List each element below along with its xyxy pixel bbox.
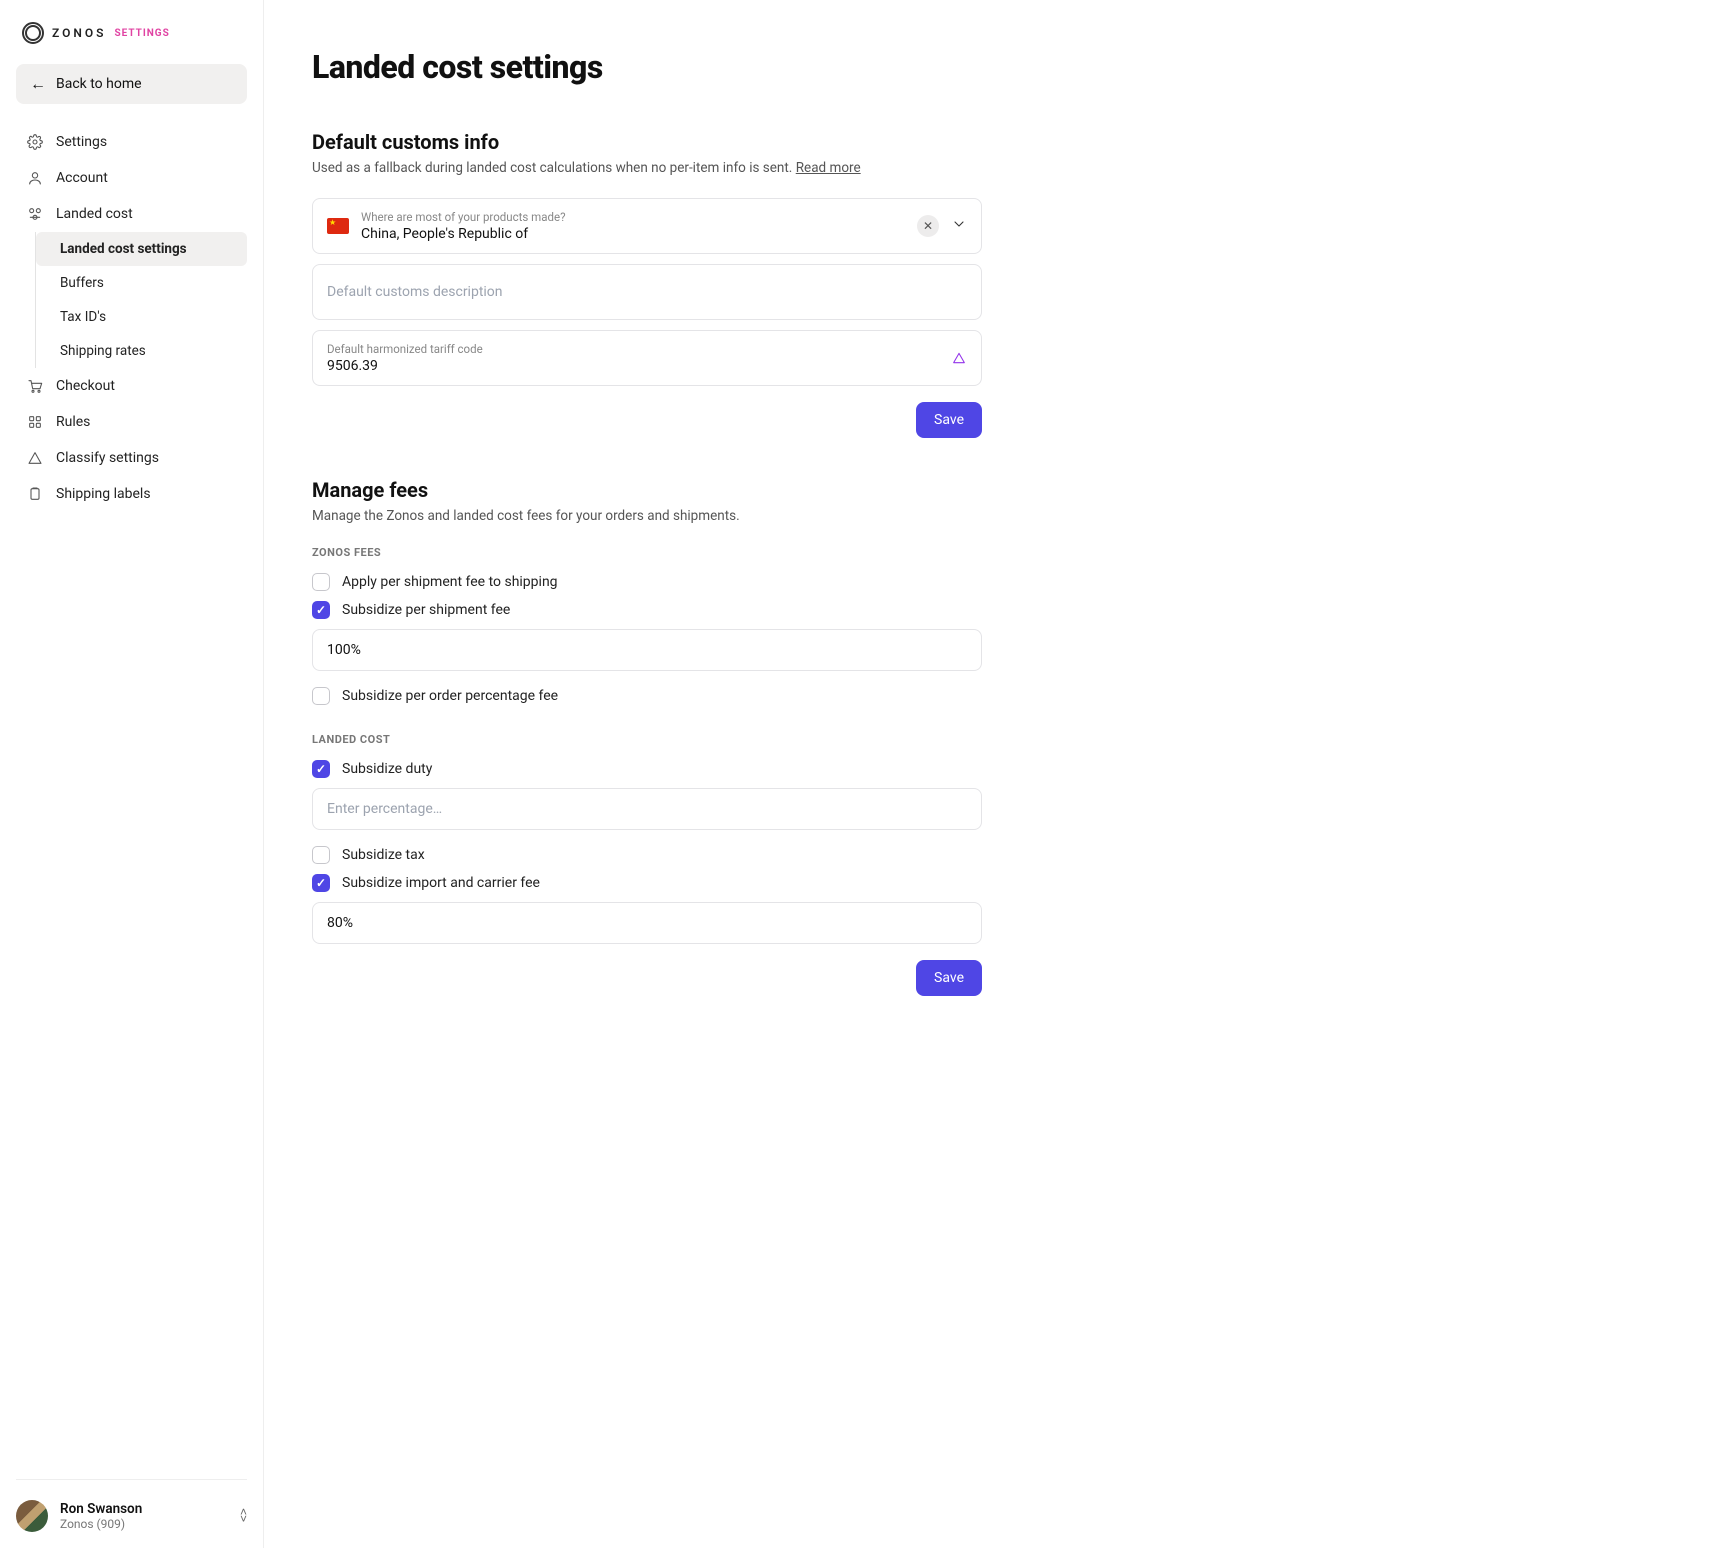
landed-cost-eyebrow: LANDED COST [312,733,982,746]
sidebar-item-account[interactable]: Account [16,160,247,196]
back-to-home-button[interactable]: ← Back to home [16,64,247,104]
subsidize-per-order-row: Subsidize per order percentage fee [312,687,982,705]
subsidize-import-carrier-checkbox[interactable] [312,874,330,892]
subsidize-per-shipment-input[interactable]: 100% [312,629,982,671]
section-desc-fees: Manage the Zonos and landed cost fees fo… [312,508,982,524]
hts-label: Default harmonized tariff code [327,342,939,356]
user-org: Zonos (909) [60,1517,142,1531]
subsidize-tax-checkbox[interactable] [312,846,330,864]
zonos-fees-eyebrow: ZONOS FEES [312,546,982,559]
chevrons-up-down-icon: ˄˅ [240,1509,247,1523]
customs-desc-text: Used as a fallback during landed cost ca… [312,160,796,176]
sidebar-item-label: Rules [56,414,90,430]
subsidize-import-carrier-label: Subsidize import and carrier fee [342,875,540,891]
brand-word: ZONOS [52,26,106,40]
origin-label: Where are most of your products made? [361,210,905,224]
sidebar-item-landed-cost[interactable]: Landed cost [16,196,247,232]
triangle-icon [26,449,44,467]
user-switcher[interactable]: Ron Swanson Zonos (909) ˄˅ [16,1479,247,1532]
sidebar-item-label: Landed cost [56,206,133,222]
subsidize-duty-input[interactable]: Enter percentage… [312,788,982,830]
zonos-logo-icon [22,22,44,44]
hts-value: 9506.39 [327,358,939,374]
avatar [16,1500,48,1532]
grid-icon [26,413,44,431]
origin-country-select[interactable]: Where are most of your products made? Ch… [312,198,982,254]
save-fees-button[interactable]: Save [916,960,982,996]
china-flag-icon [327,218,349,234]
landed-cost-submenu: Landed cost settings Buffers Tax ID's Sh… [35,232,247,368]
arrow-left-icon: ← [30,76,46,92]
sidebar-item-label: Landed cost settings [60,241,187,257]
subsidize-per-order-checkbox[interactable] [312,687,330,705]
sidebar-item-rules[interactable]: Rules [16,404,247,440]
origin-value: China, People's Republic of [361,226,905,242]
main: Landed cost settings Default customs inf… [264,0,1728,1548]
hts-code-input[interactable]: Default harmonized tariff code 9506.39 [312,330,982,386]
subsidize-import-carrier-row: Subsidize import and carrier fee [312,874,982,892]
user-meta: Ron Swanson Zonos (909) [60,1501,142,1531]
sub-item-landed-cost-settings[interactable]: Landed cost settings [36,232,247,266]
back-to-home-label: Back to home [56,76,142,92]
sub-item-shipping-rates[interactable]: Shipping rates [36,334,247,368]
sub-item-buffers[interactable]: Buffers [36,266,247,300]
subsidize-per-shipment-label: Subsidize per shipment fee [342,602,510,618]
brand-logo: ZONOS SETTINGS [16,22,247,44]
subsidize-import-carrier-input[interactable]: 80% [312,902,982,944]
sidebar-item-label: Tax ID's [60,309,106,325]
sidebar-item-shipping-labels[interactable]: Shipping labels [16,476,247,512]
user-name: Ron Swanson [60,1501,142,1517]
cart-icon [26,377,44,395]
sidebar: ZONOS SETTINGS ← Back to home Settings A… [0,0,264,1548]
subsidize-per-shipment-row: Subsidize per shipment fee [312,601,982,619]
read-more-link[interactable]: Read more [796,160,861,176]
apply-per-shipment-label: Apply per shipment fee to shipping [342,574,558,590]
sub-item-tax-ids[interactable]: Tax ID's [36,300,247,334]
subsidize-per-order-label: Subsidize per order percentage fee [342,688,558,704]
customs-description-input[interactable]: Default customs description [312,264,982,320]
clear-icon[interactable]: ✕ [917,215,939,237]
sidebar-nav: Settings Account Landed cost Landed cost… [16,124,247,512]
sidebar-item-label: Classify settings [56,450,159,466]
apply-per-shipment-row: Apply per shipment fee to shipping [312,573,982,591]
sidebar-item-label: Checkout [56,378,115,394]
clipboard-icon [26,485,44,503]
sidebar-item-label: Shipping rates [60,343,146,359]
section-desc-customs: Used as a fallback during landed cost ca… [312,160,982,176]
gear-icon [26,133,44,151]
section-heading-fees: Manage fees [312,478,982,502]
apply-per-shipment-checkbox[interactable] [312,573,330,591]
subsidize-duty-row: Subsidize duty [312,760,982,778]
sidebar-item-classify[interactable]: Classify settings [16,440,247,476]
sidebar-item-label: Settings [56,134,107,150]
page-title: Landed cost settings [312,48,982,86]
subsidize-per-shipment-checkbox[interactable] [312,601,330,619]
save-customs-button[interactable]: Save [916,402,982,438]
subsidize-duty-checkbox[interactable] [312,760,330,778]
subsidize-tax-row: Subsidize tax [312,846,982,864]
sidebar-item-settings[interactable]: Settings [16,124,247,160]
brand-label: SETTINGS [114,28,169,39]
section-heading-customs: Default customs info [312,130,982,154]
sidebar-item-checkout[interactable]: Checkout [16,368,247,404]
sidebar-item-label: Buffers [60,275,104,291]
chevron-down-icon[interactable] [951,216,967,236]
user-icon [26,169,44,187]
sidebar-item-label: Shipping labels [56,486,151,502]
subsidize-duty-label: Subsidize duty [342,761,432,777]
customs-description-placeholder: Default customs description [327,284,503,300]
sidebar-item-label: Account [56,170,108,186]
subsidize-tax-label: Subsidize tax [342,847,425,863]
classify-triangle-icon [951,350,967,366]
landed-cost-icon [26,205,44,223]
